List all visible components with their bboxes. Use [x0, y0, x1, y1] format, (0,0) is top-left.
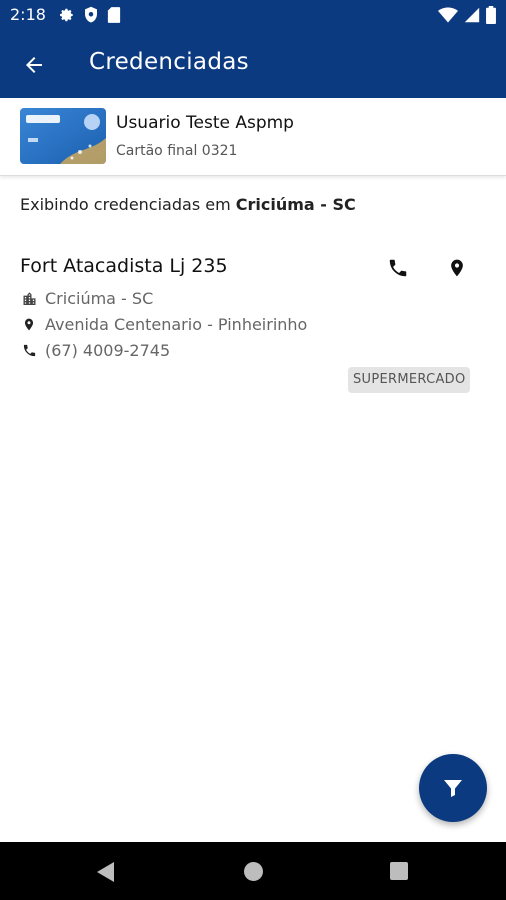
status-icons-left [57, 6, 121, 24]
location-pin-icon [451, 259, 463, 277]
page-title: Credenciadas [89, 49, 249, 75]
list-item[interactable]: Fort Atacadista Lj 235 Criciúma - SC Ave… [0, 240, 506, 400]
user-card: Usuario Teste Aspmp Cartão final 0321 [0, 98, 506, 176]
map-button[interactable] [443, 254, 471, 282]
filter-button[interactable] [419, 754, 487, 822]
back-button[interactable] [18, 50, 50, 80]
merchant-phone: (67) 4009-2745 [45, 341, 171, 360]
merchant-address: Avenida Centenario - Pinheirinho [45, 315, 308, 334]
signal-icon [464, 7, 480, 23]
arrow-back-icon [26, 57, 42, 73]
call-button[interactable] [384, 254, 412, 282]
merchant-name: Fort Atacadista Lj 235 [20, 255, 228, 277]
card-thumbnail [20, 108, 106, 164]
nav-back-icon[interactable] [96, 861, 116, 883]
status-bar: 2:18 [0, 0, 506, 30]
small-phone-icon [20, 342, 38, 360]
sim-card-icon [107, 7, 121, 23]
merchant-city: Criciúma - SC [45, 289, 154, 308]
nav-home-icon[interactable] [244, 862, 263, 881]
location-prefix: Exibindo credenciadas em [20, 195, 231, 214]
merchant-city-row: Criciúma - SC [20, 289, 153, 308]
address-pin-icon [20, 316, 38, 334]
city-icon [20, 290, 38, 308]
location-city: Criciúma - SC [235, 195, 356, 214]
merchant-address-row: Avenida Centenario - Pinheirinho [20, 315, 307, 334]
system-nav-bar [0, 842, 506, 900]
filter-icon [444, 780, 462, 797]
app-bar: Credenciadas [0, 30, 506, 98]
status-time: 2:18 [10, 5, 46, 24]
location-summary: Exibindo credenciadas em Criciúma - SC [20, 195, 356, 214]
category-badge: SUPERMERCADO [348, 367, 471, 393]
settings-icon [60, 8, 73, 22]
card-final-label: Cartão final 0321 [116, 143, 238, 159]
wifi-icon [438, 7, 458, 23]
battery-icon [486, 6, 496, 24]
phone-icon [389, 259, 407, 277]
status-icons-right [438, 6, 496, 24]
user-name: Usuario Teste Aspmp [116, 113, 294, 133]
nav-recents-icon[interactable] [390, 862, 408, 880]
shield-icon [85, 6, 97, 23]
merchant-phone-row: (67) 4009-2745 [20, 341, 170, 360]
